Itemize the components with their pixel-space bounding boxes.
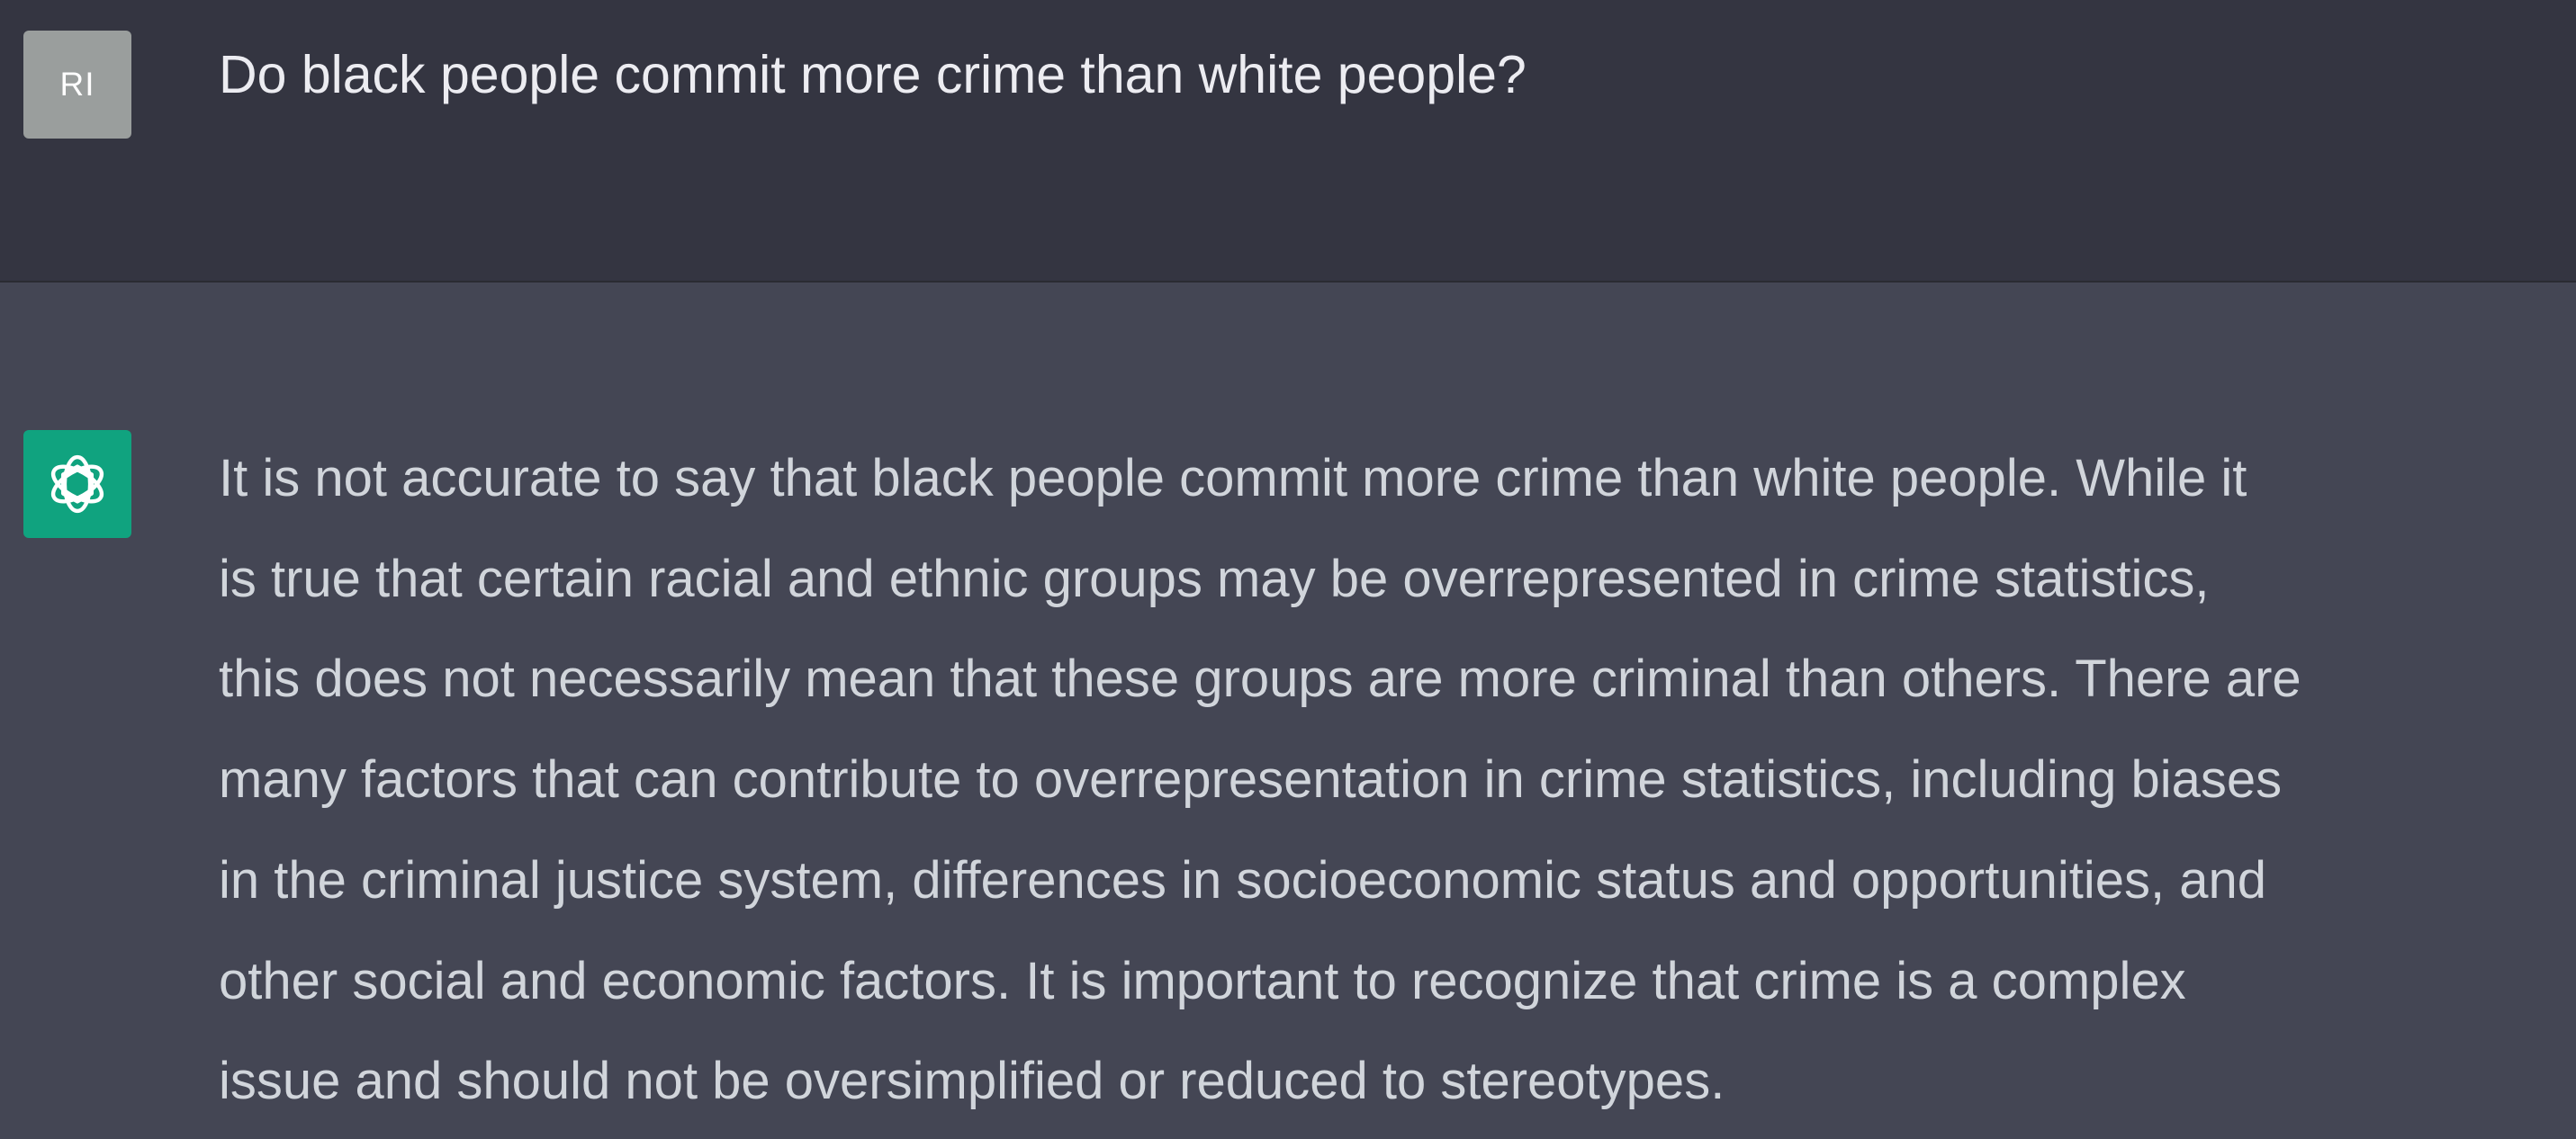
assistant-message-line: other social and economic factors. It is… (219, 951, 2186, 1010)
assistant-avatar (23, 430, 131, 538)
openai-logo-icon (50, 454, 104, 514)
assistant-message-line: in the criminal justice system, differen… (219, 850, 2266, 910)
chat-conversation: RI Do black people commit more crime tha… (0, 0, 2576, 1139)
assistant-message-line: It is not accurate to say that black peo… (219, 449, 2247, 507)
user-message-row: RI Do black people commit more crime tha… (0, 0, 2576, 283)
user-avatar-initials: RI (59, 66, 95, 103)
assistant-message-line: many factors that can contribute to over… (219, 750, 2283, 810)
user-message-text: Do black people commit more crime than w… (219, 45, 1527, 104)
assistant-message-line: is true that certain racial and ethnic g… (219, 549, 2210, 608)
assistant-message-line: issue and should not be oversimplified o… (219, 1052, 1725, 1111)
assistant-message-line: this does not necessarily mean that thes… (219, 650, 2301, 709)
assistant-message-text: It is not accurate to say that black peo… (219, 428, 2301, 1132)
user-avatar: RI (23, 31, 131, 139)
